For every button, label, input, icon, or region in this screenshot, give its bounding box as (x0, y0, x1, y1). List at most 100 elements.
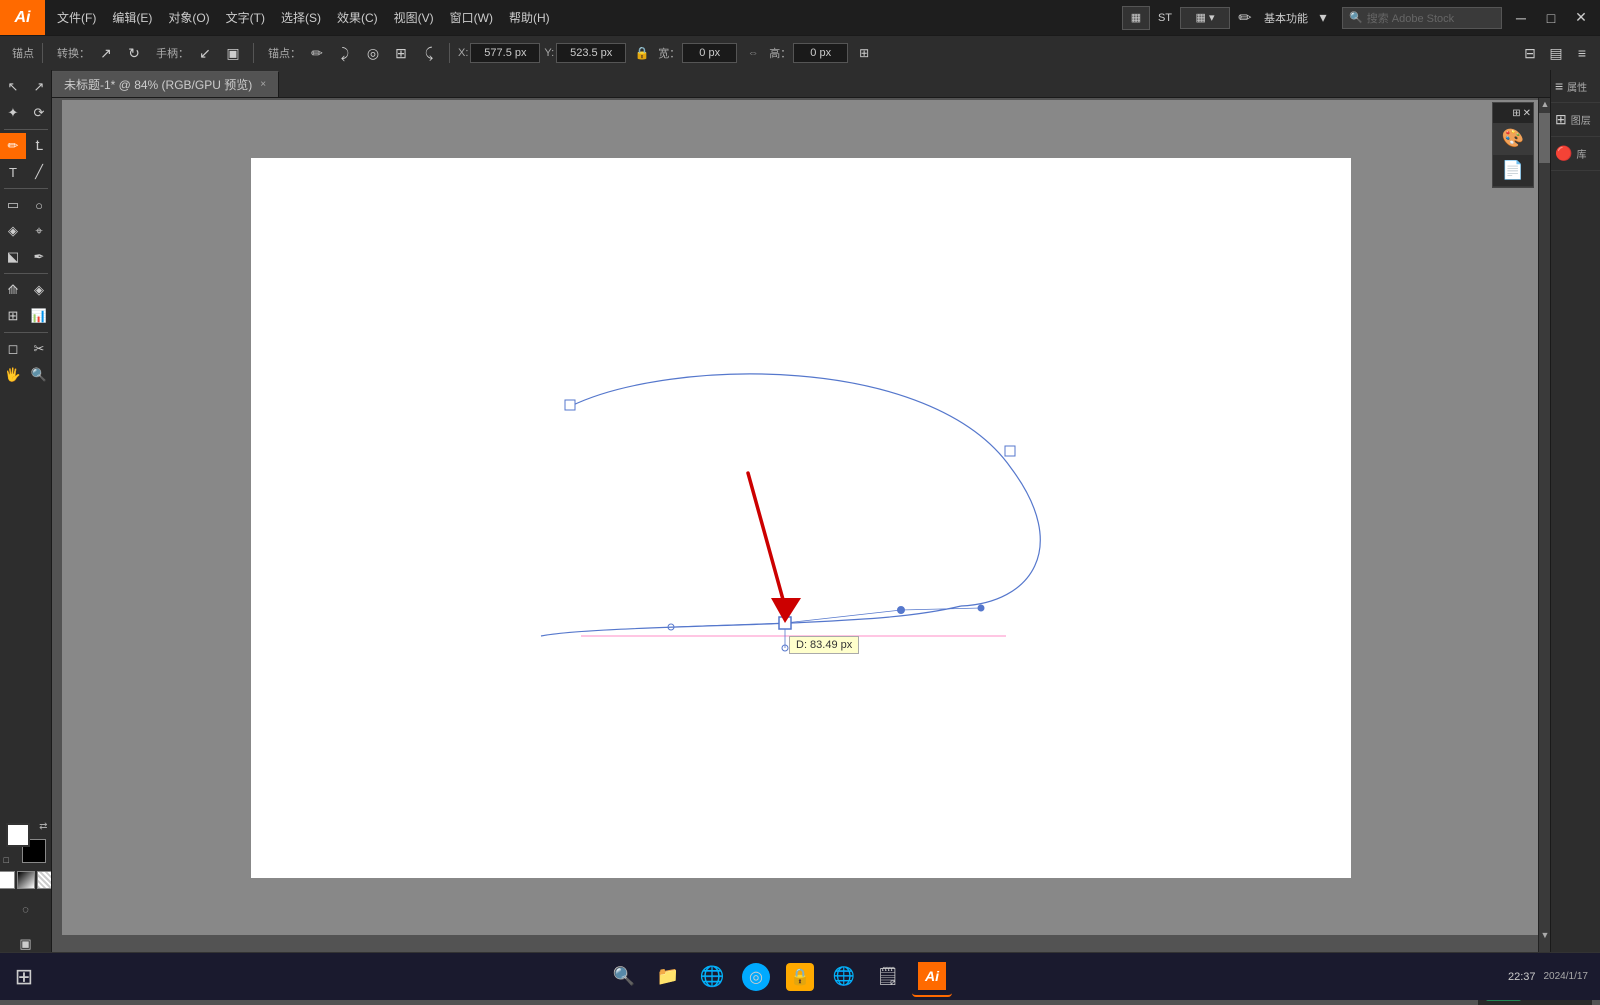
w-input[interactable] (682, 43, 737, 63)
selection-tool[interactable]: ↖ (0, 74, 26, 100)
start-button[interactable]: ⊞ (0, 953, 48, 1001)
tool-row-magic: ✦ ⟳ (0, 100, 51, 126)
anchor-btn-4[interactable]: ⊞ (389, 41, 413, 65)
foreground-color[interactable] (6, 823, 30, 847)
h-input[interactable] (793, 43, 848, 63)
menu-window[interactable]: 窗口(W) (442, 0, 501, 35)
ai-logo: Ai (0, 0, 45, 35)
menu-bar: 文件(F) 编辑(E) 对象(O) 文字(T) 选择(S) 效果(C) 视图(V… (49, 0, 558, 35)
close-button[interactable]: ✕ (1570, 7, 1592, 29)
taskbar-notes[interactable]: 🗒 (868, 957, 908, 997)
y-input[interactable] (556, 43, 626, 63)
divider-2 (253, 43, 254, 63)
rect-tool[interactable]: ▭ (0, 192, 26, 218)
menu-effect[interactable]: 效果(C) (329, 0, 386, 35)
properties-panel-btn[interactable]: ≡ 属性 (1551, 70, 1600, 103)
direct-selection-tool[interactable]: ↗ (26, 74, 52, 100)
mini-panel-appearance[interactable]: 📄 (1493, 155, 1533, 187)
anchor-btn-5[interactable]: ⤹ (417, 41, 441, 65)
extra-tool-3[interactable]: ✱ (43, 897, 53, 923)
paint-bucket-tool[interactable]: ◈ (0, 218, 26, 244)
x-input[interactable] (470, 43, 540, 63)
arrange-btn[interactable]: ⊟ (1518, 41, 1542, 65)
taskbar-illustrator[interactable]: Ai (912, 957, 952, 997)
menu-select[interactable]: 选择(S) (273, 0, 329, 35)
lasso-tool[interactable]: ⟳ (26, 100, 52, 126)
toolbar-icon-3[interactable]: ▦ ▾ (1180, 7, 1230, 29)
taskbar-browser-1[interactable]: 🌐 (692, 957, 732, 997)
taskbar-app-4[interactable]: 🔒 (780, 957, 820, 997)
vertical-scrollbar[interactable]: ▲ ▼ (1538, 98, 1550, 953)
workspace-dropdown[interactable]: ▾ (1312, 7, 1334, 29)
blend-tool[interactable]: ⟰ (0, 277, 26, 303)
taskbar-search[interactable]: 🔍 (604, 957, 644, 997)
anchor-btn-2[interactable]: ⤸ (333, 41, 357, 65)
column-graph-tool[interactable]: ⊞ (0, 303, 26, 329)
bar-chart-tool[interactable]: 📊 (26, 303, 52, 329)
symbol-tool[interactable]: ◈ (26, 277, 52, 303)
panel-toggle-btn[interactable]: ▤ (1544, 41, 1568, 65)
menu-view[interactable]: 视图(V) (386, 0, 442, 35)
handle-btn-1[interactable]: ↙ (193, 41, 217, 65)
anchor-btn-1[interactable]: ✏ (305, 41, 329, 65)
type-tool[interactable]: T (0, 159, 26, 185)
anchor-btn-3[interactable]: ◎ (361, 41, 385, 65)
slice-tool[interactable]: ✂ (26, 336, 52, 362)
extra-tool-1[interactable]: ⊡ (0, 897, 9, 923)
library-panel-btn[interactable]: 🔴 库 (1551, 137, 1600, 171)
color-mode-row (0, 871, 52, 889)
gradient-swatch[interactable] (17, 871, 35, 889)
white-canvas[interactable]: D: 83.49 px (251, 158, 1351, 878)
minimize-button[interactable]: ─ (1510, 7, 1532, 29)
toolbar-icon-2[interactable]: ST (1154, 7, 1176, 29)
artboard-tool[interactable]: ◻ (0, 336, 26, 362)
taskbar-app-3[interactable]: ◎ (736, 957, 776, 997)
v-scroll-down[interactable]: ▼ (1539, 929, 1550, 941)
ellipse-tool[interactable]: ○ (26, 192, 52, 218)
hand-tool[interactable]: 🖐 (0, 362, 26, 388)
gradient-tool[interactable]: ⬕ (0, 244, 26, 270)
handle-btn-2[interactable]: ▣ (221, 41, 245, 65)
eyedropper-tool[interactable]: ✒ (26, 244, 52, 270)
taskbar-files[interactable]: 📁 (648, 957, 688, 997)
pen-tool[interactable]: ✏ (0, 133, 26, 159)
extra-tool-2[interactable]: ◌ (13, 897, 39, 923)
extra-tool-row: ⊡ ◌ ✱ (0, 897, 52, 923)
zoom-tool[interactable]: 🔍 (26, 362, 52, 388)
menu-help[interactable]: 帮助(H) (501, 0, 558, 35)
menu-object[interactable]: 对象(O) (160, 0, 217, 35)
magic-wand-tool[interactable]: ✦ (0, 100, 26, 126)
constrain-icon[interactable]: ⊞ (852, 41, 876, 65)
more-btn[interactable]: ≡ (1570, 41, 1594, 65)
toolbar-icon-4[interactable]: ✏ (1234, 7, 1256, 29)
document-canvas: D: 83.49 px (62, 100, 1540, 935)
lock-aspect-icon[interactable]: 🔒 (630, 41, 654, 65)
mini-panel-close[interactable]: ✕ (1523, 108, 1531, 119)
toolbar-icon-1[interactable]: ▦ (1122, 6, 1150, 30)
convert-btn-1[interactable]: ↗ (94, 41, 118, 65)
none-swatch[interactable] (37, 871, 53, 889)
curvature-tool[interactable]: Ꝉ (26, 133, 52, 159)
anchor-label: 锚点 (12, 45, 34, 61)
menu-file[interactable]: 文件(F) (49, 0, 104, 35)
line-tool[interactable]: ╱ (26, 159, 52, 185)
taskbar-chrome[interactable]: 🌐 (824, 957, 864, 997)
mesh-tool[interactable]: ⌖ (26, 218, 52, 244)
mini-panel-color[interactable]: 🎨 (1493, 123, 1533, 155)
maximize-button[interactable]: □ (1540, 7, 1562, 29)
menu-type[interactable]: 文字(T) (218, 0, 273, 35)
layers-panel-btn[interactable]: ⊞ 图层 (1551, 103, 1600, 137)
convert-btn-2[interactable]: ↻ (122, 41, 146, 65)
default-colors-btn[interactable]: □ (4, 855, 9, 865)
color-swatch-white[interactable] (0, 871, 15, 889)
mini-panel-expand[interactable]: ⊞ (1512, 108, 1520, 119)
document-tab[interactable]: 未标题-1* @ 84% (RGB/GPU 预览) × (52, 71, 279, 97)
search-box[interactable]: 🔍 搜索 Adobe Stock (1342, 7, 1502, 29)
taskbar-right: 22:37 2024/1/17 (1508, 971, 1600, 983)
tab-close-btn[interactable]: × (260, 79, 266, 90)
swap-colors-btn[interactable]: ⇄ (39, 821, 47, 832)
menu-edit[interactable]: 编辑(E) (104, 0, 160, 35)
v-scroll-thumb[interactable] (1539, 113, 1550, 163)
v-scroll-up[interactable]: ▲ (1539, 98, 1550, 110)
right-sidebar: ≡ 属性 ⊞ 图层 🔴 库 (1550, 70, 1600, 965)
